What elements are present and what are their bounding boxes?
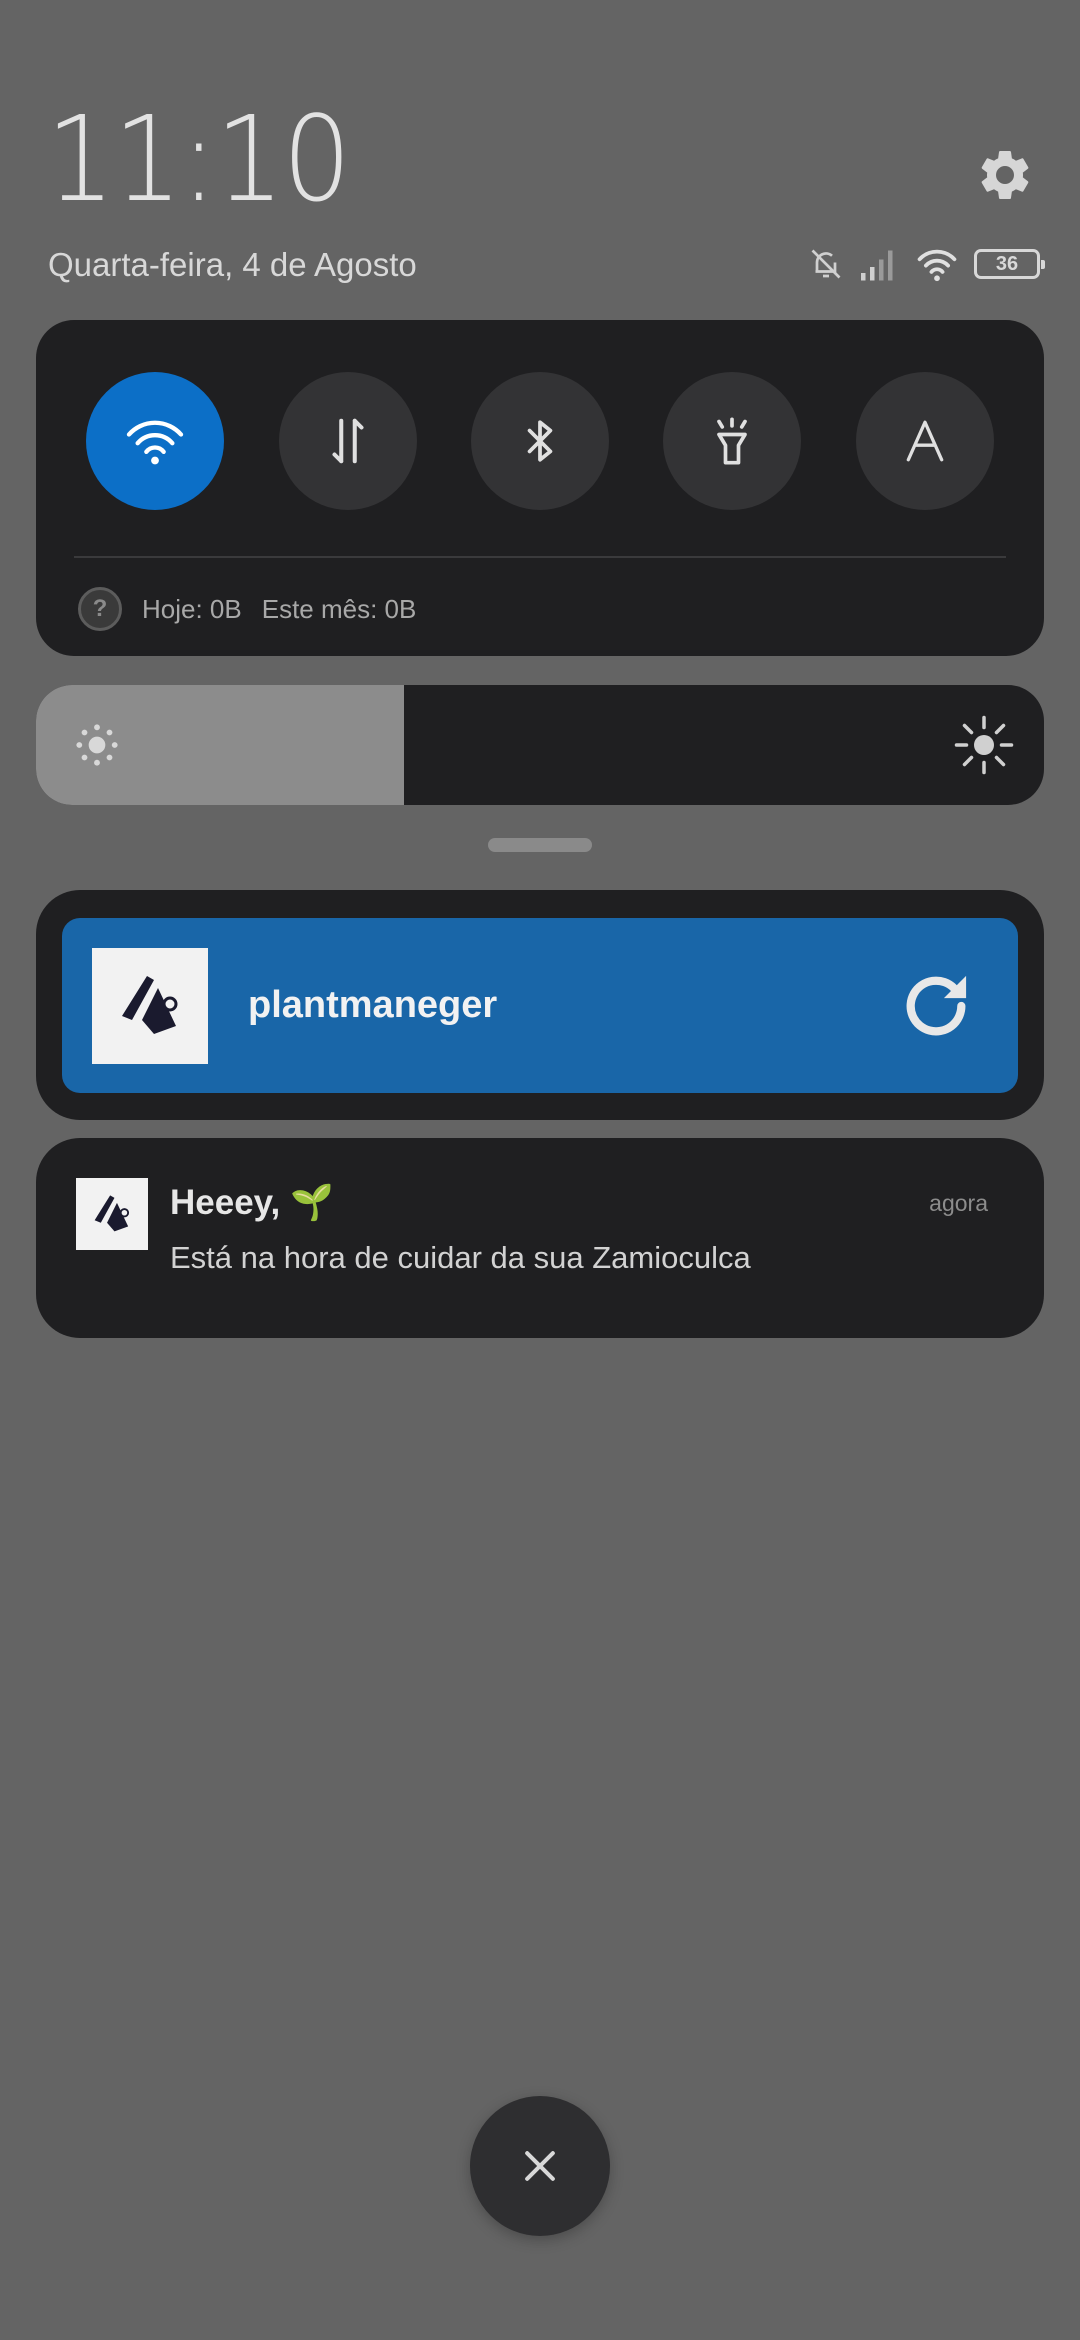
clear-all-button[interactable] xyxy=(470,2096,610,2236)
data-today: Hoje: 0B xyxy=(142,593,242,624)
wifi-toggle[interactable] xyxy=(86,372,224,510)
bell-muted-icon xyxy=(811,249,841,279)
data-month: Este mês: 0B xyxy=(261,593,417,624)
settings-gear-icon[interactable] xyxy=(975,145,1035,205)
letter-a-icon xyxy=(906,420,944,462)
battery-icon: 36 xyxy=(974,249,1045,279)
data-arrows-icon xyxy=(332,418,364,464)
brightness-low-icon xyxy=(76,724,118,766)
flashlight-toggle[interactable] xyxy=(663,372,801,510)
wifi-icon xyxy=(917,249,957,282)
auto-brightness-toggle[interactable] xyxy=(856,372,994,510)
brightness-slider[interactable] xyxy=(36,685,1044,805)
quick-settings-divider xyxy=(74,556,1006,558)
signal-icon xyxy=(861,250,893,281)
date-label: Quarta-feira, 4 de Agosto xyxy=(48,246,417,283)
app-logo-icon xyxy=(92,948,208,1064)
refresh-icon[interactable] xyxy=(898,968,974,1044)
mobile-data-toggle[interactable] xyxy=(279,372,417,510)
wifi-icon xyxy=(126,420,184,465)
app-logo-icon xyxy=(76,1178,148,1250)
expand-handle[interactable] xyxy=(488,838,592,852)
media-notification-card[interactable]: plantmaneger xyxy=(62,918,1018,1093)
notification-title: Heeey, 🌱 xyxy=(170,1183,334,1222)
data-usage-row[interactable]: ? Hoje: 0B Este mês: 0B xyxy=(78,586,416,632)
clock-time: 11:10 xyxy=(46,90,351,228)
bluetooth-icon xyxy=(527,420,553,462)
quick-settings-panel: ? Hoje: 0B Este mês: 0B xyxy=(36,320,1044,656)
bluetooth-toggle[interactable] xyxy=(471,372,609,510)
flashlight-icon xyxy=(717,417,747,465)
battery-level: 36 xyxy=(995,252,1019,275)
notification-time: agora xyxy=(929,1190,988,1216)
status-bar-icons: 36 xyxy=(808,242,1045,286)
notification-body: Está na hora de cuidar da sua Zamioculca xyxy=(170,1240,751,1275)
brightness-high-icon xyxy=(954,715,1014,775)
help-icon: ? xyxy=(78,587,122,631)
media-app-name: plantmaneger xyxy=(248,984,498,1026)
close-icon xyxy=(525,2151,555,2181)
notification-card[interactable]: Heeey, 🌱 agora Está na hora de cuidar da… xyxy=(36,1138,1044,1338)
